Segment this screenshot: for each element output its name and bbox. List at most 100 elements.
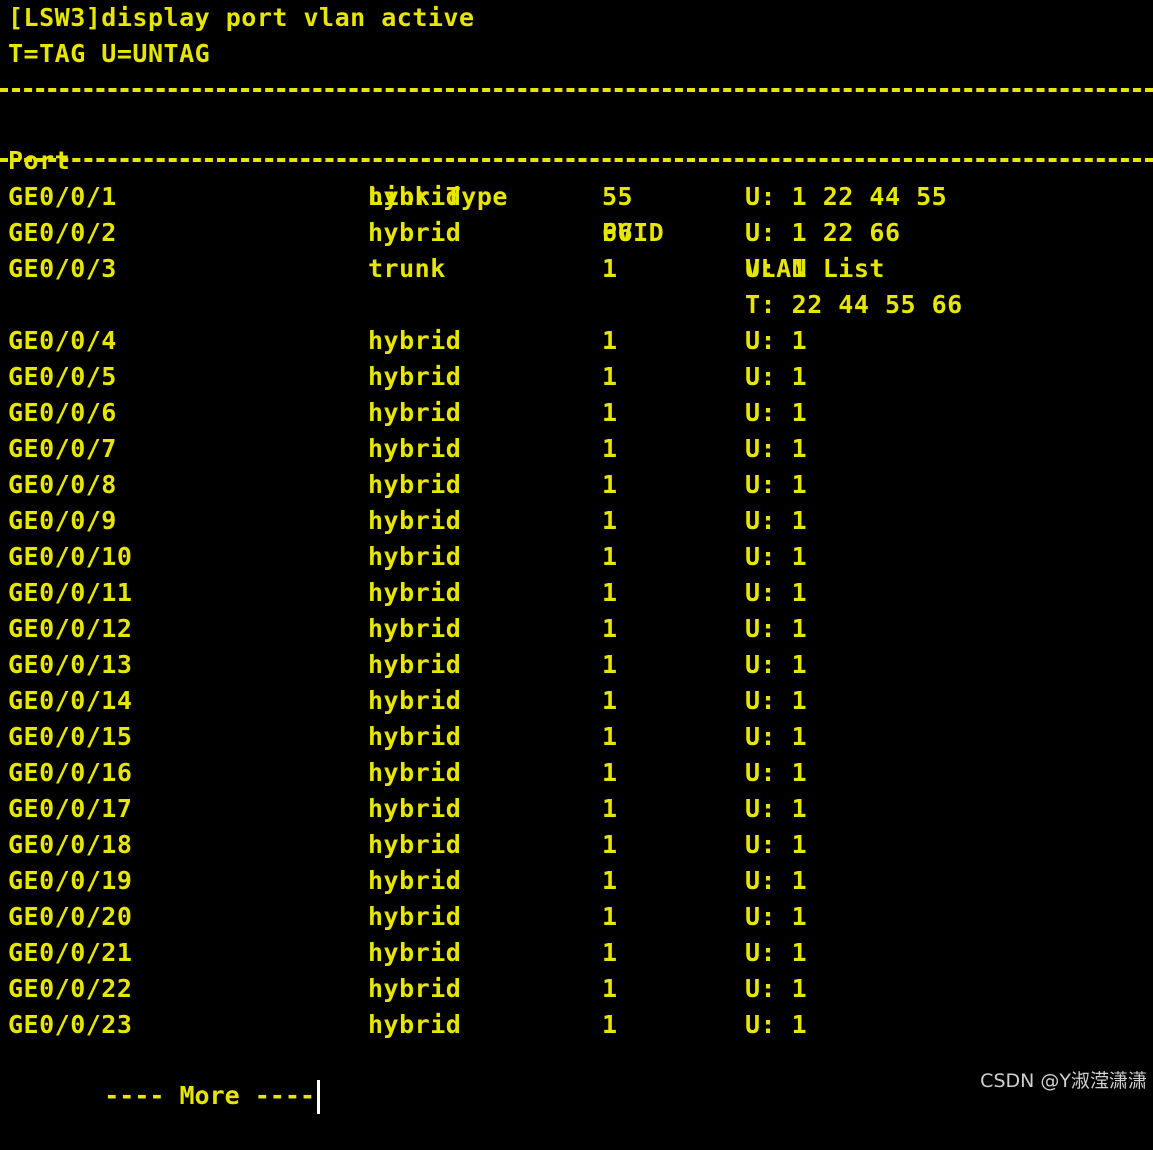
link-type-cell: hybrid	[368, 614, 462, 643]
more-prompt: ---- More ----	[44, 1042, 320, 1114]
command-line: [LSW3]display port vlan active	[8, 3, 475, 32]
watermark: CSDN @Y淑滢潇潇	[980, 1070, 1147, 1092]
vlan-list-cell: U: 1	[745, 1010, 808, 1039]
vlan-list-cell: U: 1	[745, 830, 808, 859]
pvid-cell: 1	[602, 866, 618, 895]
vlan-list-cell: U: 1	[745, 362, 808, 391]
vlan-list-cell: U: 1	[745, 794, 808, 823]
port-cell: GE0/0/1	[8, 182, 117, 211]
separator-header	[0, 158, 1153, 166]
vlan-list-cell: U: 1	[745, 434, 808, 463]
table-row: GE0/0/23 hybrid 1 U: 1	[0, 1007, 1153, 1043]
port-cell: GE0/0/21	[8, 938, 133, 967]
table-row: GE0/0/20 hybrid 1 U: 1	[0, 899, 1153, 935]
port-cell: GE0/0/2	[8, 218, 117, 247]
separator-top	[0, 88, 1153, 96]
table-row: GE0/0/7 hybrid 1 U: 1	[0, 431, 1153, 467]
link-type-cell: hybrid	[368, 902, 462, 931]
pvid-cell: 1	[602, 686, 618, 715]
port-cell: GE0/0/11	[8, 578, 133, 607]
table-row: GE0/0/9 hybrid 1 U: 1	[0, 503, 1153, 539]
pvid-cell: 1	[602, 938, 618, 967]
pvid-cell: 1	[602, 758, 618, 787]
port-cell: GE0/0/4	[8, 326, 117, 355]
port-cell: GE0/0/22	[8, 974, 133, 1003]
link-type-cell: hybrid	[368, 506, 462, 535]
link-type-cell: hybrid	[368, 794, 462, 823]
pvid-cell: 1	[602, 398, 618, 427]
table-row: GE0/0/19 hybrid 1 U: 1	[0, 863, 1153, 899]
link-type-cell: hybrid	[368, 686, 462, 715]
vlan-list-cell: U: 1	[745, 902, 808, 931]
table-row: GE0/0/6 hybrid 1 U: 1	[0, 395, 1153, 431]
port-cell: GE0/0/6	[8, 398, 117, 427]
link-type-cell: hybrid	[368, 434, 462, 463]
vlan-list-cell: U: 1	[745, 506, 808, 535]
table-row: GE0/0/1 hybrid 55 U: 1 22 44 55	[0, 179, 1153, 215]
port-cell: GE0/0/7	[8, 434, 117, 463]
port-cell: GE0/0/19	[8, 866, 133, 895]
vlan-list-cell: T: 22 44 55 66	[745, 290, 963, 319]
table-header: Port Link Type PVID VLAN List	[0, 107, 1153, 283]
table-row: GE0/0/3 trunk 1 U: 1	[0, 251, 1153, 287]
vlan-list-cell: U: 1	[745, 542, 808, 571]
port-cell: GE0/0/13	[8, 650, 133, 679]
table-row: GE0/0/17 hybrid 1 U: 1	[0, 791, 1153, 827]
table-row: GE0/0/21 hybrid 1 U: 1	[0, 935, 1153, 971]
link-type-cell: hybrid	[368, 830, 462, 859]
link-type-cell: hybrid	[368, 362, 462, 391]
tag-legend: T=TAG U=UNTAG	[8, 39, 211, 68]
port-cell: GE0/0/14	[8, 686, 133, 715]
more-prompt-text: ---- More ----	[104, 1081, 315, 1110]
pvid-cell: 55	[602, 182, 634, 211]
port-cell: GE0/0/20	[8, 902, 133, 931]
pvid-cell: 1	[602, 722, 618, 751]
link-type-cell: hybrid	[368, 866, 462, 895]
pvid-cell: 1	[602, 254, 618, 283]
pvid-cell: 1	[602, 830, 618, 859]
table-row: GE0/0/15 hybrid 1 U: 1	[0, 719, 1153, 755]
vlan-list-cell: U: 1	[745, 974, 808, 1003]
pvid-cell: 1	[602, 362, 618, 391]
table-row: GE0/0/10 hybrid 1 U: 1	[0, 539, 1153, 575]
link-type-cell: hybrid	[368, 974, 462, 1003]
port-cell: GE0/0/16	[8, 758, 133, 787]
table-row: GE0/0/13 hybrid 1 U: 1	[0, 647, 1153, 683]
pvid-cell: 66	[602, 218, 634, 247]
pvid-cell: 1	[602, 794, 618, 823]
port-cell: GE0/0/23	[8, 1010, 133, 1039]
pvid-cell: 1	[602, 614, 618, 643]
pvid-cell: 1	[602, 434, 618, 463]
vlan-list-cell: U: 1	[745, 326, 808, 355]
pvid-cell: 1	[602, 326, 618, 355]
vlan-list-cell: U: 1 22 66	[745, 218, 901, 247]
link-type-cell: hybrid	[368, 470, 462, 499]
link-type-cell: hybrid	[368, 542, 462, 571]
link-type-cell: hybrid	[368, 758, 462, 787]
vlan-list-cell: U: 1	[745, 254, 808, 283]
pvid-cell: 1	[602, 650, 618, 679]
port-cell: GE0/0/8	[8, 470, 117, 499]
table-row: GE0/0/12 hybrid 1 U: 1	[0, 611, 1153, 647]
pvid-cell: 1	[602, 974, 618, 1003]
port-cell: GE0/0/12	[8, 614, 133, 643]
link-type-cell: hybrid	[368, 722, 462, 751]
table-row: GE0/0/8 hybrid 1 U: 1	[0, 467, 1153, 503]
table-row: GE0/0/18 hybrid 1 U: 1	[0, 827, 1153, 863]
pvid-cell: 1	[602, 1010, 618, 1039]
vlan-list-cell: U: 1	[745, 938, 808, 967]
port-cell: GE0/0/3	[8, 254, 117, 283]
link-type-cell: hybrid	[368, 182, 462, 211]
vlan-list-cell: U: 1	[745, 614, 808, 643]
text-cursor	[316, 1080, 320, 1114]
link-type-cell: hybrid	[368, 326, 462, 355]
vlan-list-cell: U: 1	[745, 866, 808, 895]
link-type-cell: hybrid	[368, 1010, 462, 1039]
table-row: GE0/0/16 hybrid 1 U: 1	[0, 755, 1153, 791]
link-type-cell: hybrid	[368, 398, 462, 427]
pvid-cell: 1	[602, 470, 618, 499]
terminal-window[interactable]: [LSW3]display port vlan active T=TAG U=U…	[0, 0, 1153, 1114]
port-cell: GE0/0/18	[8, 830, 133, 859]
link-type-cell: hybrid	[368, 218, 462, 247]
port-cell: GE0/0/17	[8, 794, 133, 823]
